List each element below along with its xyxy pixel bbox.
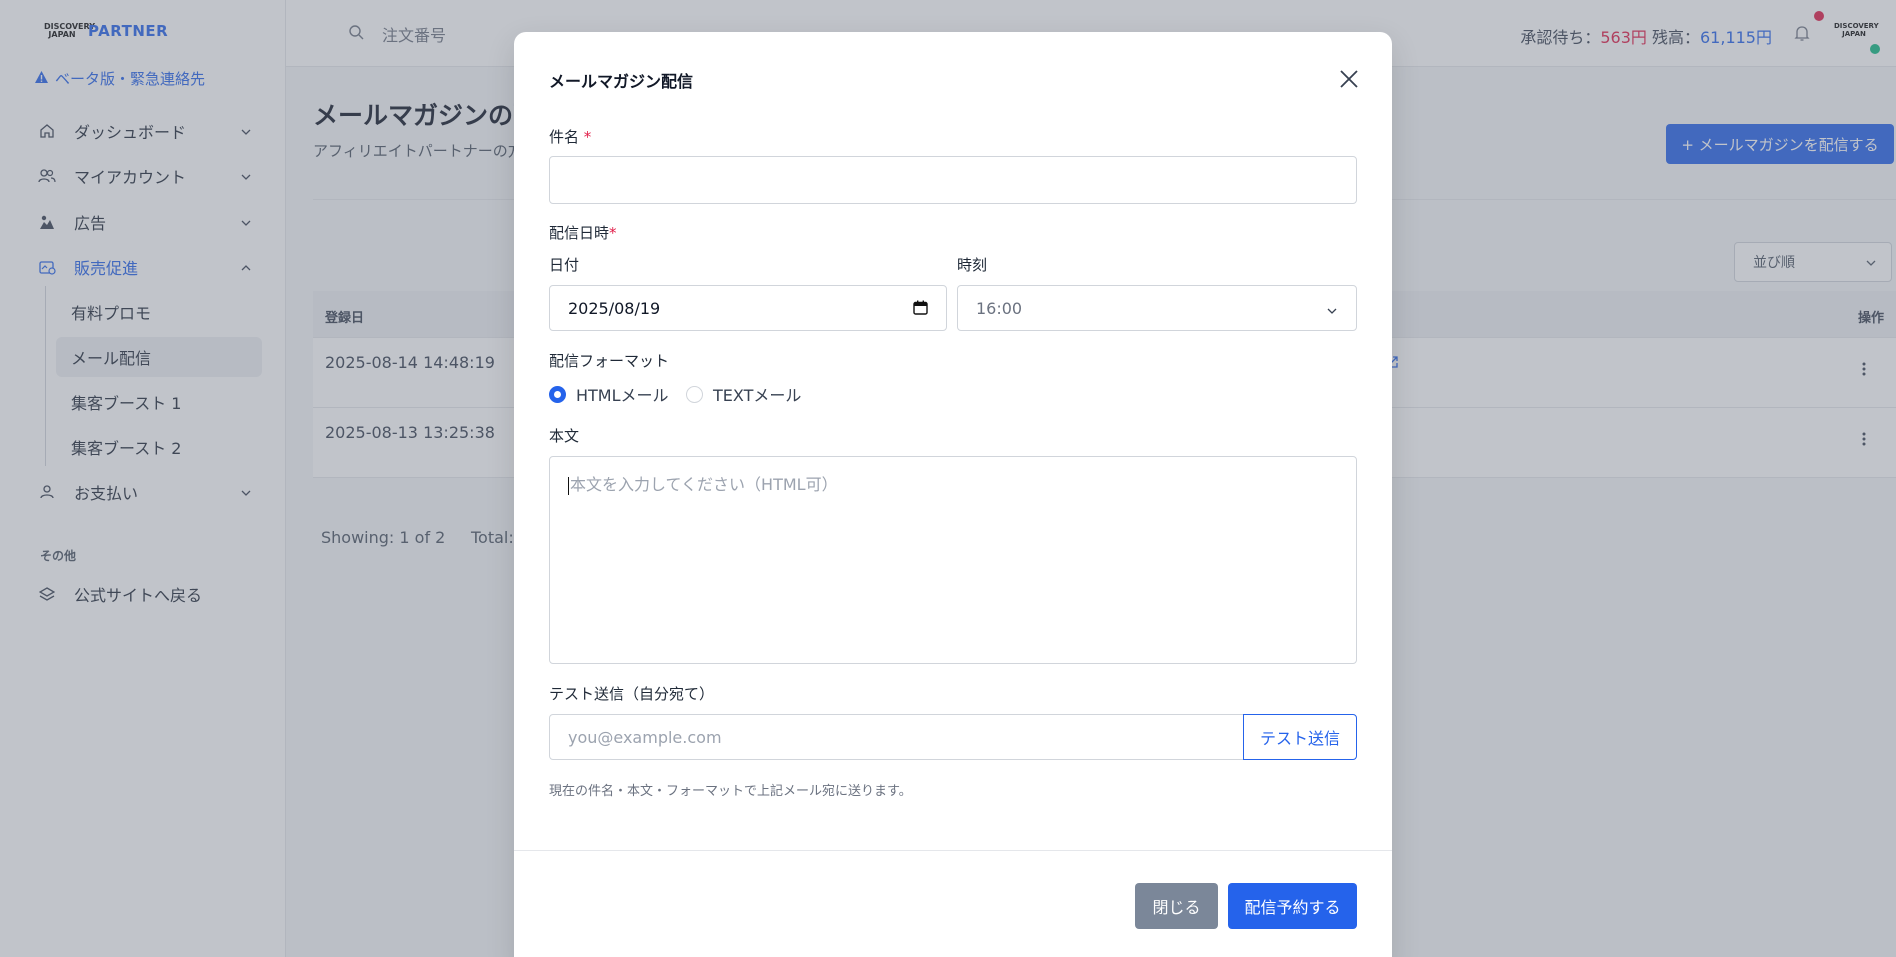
test-send-hint: 現在の件名・本文・フォーマットで上記メール宛に送ります。 [549, 784, 912, 799]
date-label: 日付 [549, 256, 580, 274]
radio-checked-indicator[interactable] [549, 385, 566, 403]
format-label: 配信フォーマット [549, 352, 670, 370]
subject-label-text: 件名 [549, 128, 580, 146]
subject-label: 件名 * [549, 126, 591, 147]
text-caret [568, 476, 569, 495]
required-mark: * [609, 224, 617, 242]
test-email-placeholder: you@example.com [568, 727, 722, 747]
required-mark: * [583, 128, 592, 146]
modal-title: メールマガジン配信 [549, 72, 694, 91]
chevron-down-icon [1326, 302, 1338, 321]
radio-unchecked-indicator[interactable] [686, 385, 703, 403]
test-send-label: テスト送信（自分宛て） [549, 685, 715, 703]
format-text-label: TEXTメール [713, 386, 802, 405]
format-html-label: HTMLメール [576, 386, 669, 405]
body-placeholder: 本文を入力してください（HTML可） [570, 475, 838, 494]
date-input[interactable]: 2025/08/19 [549, 285, 947, 331]
schedule-label-text: 配信日時 [549, 224, 610, 242]
schedule-label: 配信日時* [549, 222, 617, 243]
close-icon[interactable] [1338, 68, 1360, 90]
test-send-button[interactable]: テスト送信 [1243, 714, 1357, 760]
test-email-input[interactable]: you@example.com [549, 714, 1244, 760]
time-select[interactable]: 16:00 [957, 285, 1357, 331]
date-value: 2025/08/19 [568, 298, 661, 318]
format-html-radio[interactable]: HTMLメール [549, 382, 669, 406]
format-text-radio[interactable]: TEXTメール [686, 382, 801, 406]
time-value: 16:00 [976, 298, 1023, 318]
close-button[interactable]: 閉じる [1135, 883, 1218, 929]
body-label: 本文 [549, 427, 580, 445]
subject-input[interactable] [549, 156, 1357, 204]
modal-footer-divider [514, 850, 1392, 851]
schedule-send-button[interactable]: 配信予約する [1228, 883, 1357, 929]
calendar-icon[interactable] [913, 300, 928, 319]
time-label: 時刻 [957, 256, 988, 274]
body-textarea[interactable]: 本文を入力してください（HTML可） [549, 456, 1357, 664]
newsletter-modal: メールマガジン配信 件名 * 配信日時* 日付 2025/08/19 時刻 16… [514, 32, 1392, 957]
